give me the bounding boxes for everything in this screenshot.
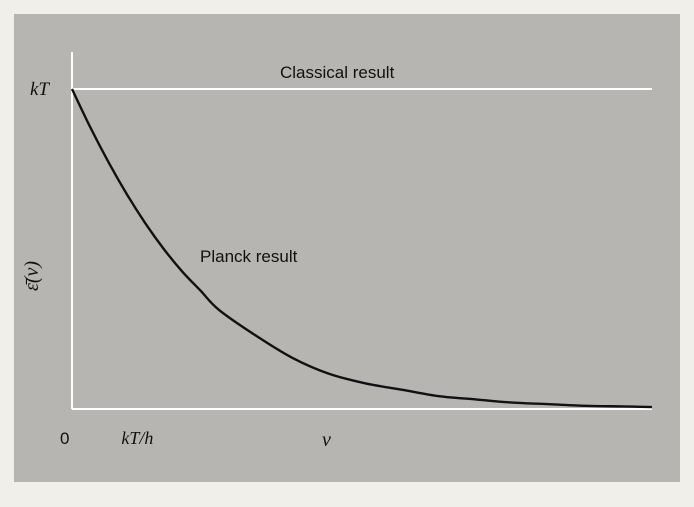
xtick-label-0: 0 [60,429,69,448]
series-lines [70,88,653,409]
chart-figure: Classical result Planck result kT 0 kT/h ν ε̄(… [0,0,694,507]
chart-svg: Classical result Planck result kT 0 kT/h ν ε̄(… [21,52,653,451]
xtick-label-kT-over-h: kT/h [121,428,153,448]
planck-result-label: Planck result [200,247,298,266]
axes [71,52,652,410]
x-axis-label: ν [322,429,331,451]
planck-result-curve [70,88,653,409]
classical-result-label: Classical result [280,63,395,82]
ytick-label-kT: kT [30,79,50,100]
y-axis-label: ε̄(ν) [21,261,43,291]
chart-labels: Classical result Planck result kT 0 kT/h ν ε̄(… [21,63,395,451]
plot-panel: Classical result Planck result kT 0 kT/h ν ε̄(… [14,14,680,482]
